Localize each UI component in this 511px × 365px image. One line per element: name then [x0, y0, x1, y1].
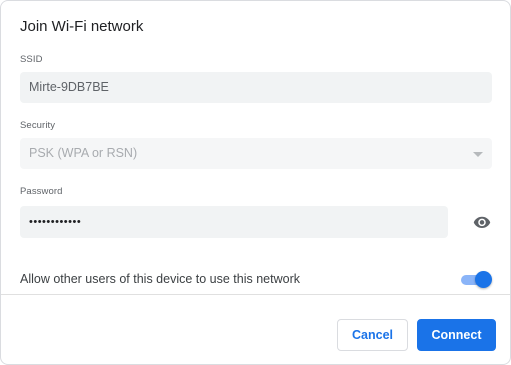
footer-divider	[1, 294, 510, 295]
password-field[interactable]: ••••••••••••	[20, 206, 448, 238]
dialog-title: Join Wi-Fi network	[20, 18, 144, 35]
share-network-toggle[interactable]	[460, 271, 492, 289]
chevron-down-icon	[473, 152, 483, 157]
password-label: Password	[20, 186, 63, 197]
security-value: PSK (WPA or RSN)	[29, 146, 138, 160]
security-label: Security	[20, 120, 56, 131]
join-wifi-dialog: Join Wi-Fi network SSID Mirte-9DB7BE Sec…	[0, 0, 511, 365]
ssid-field[interactable]: Mirte-9DB7BE	[20, 72, 492, 103]
cancel-button[interactable]: Cancel	[337, 319, 408, 351]
toggle-knob	[475, 271, 492, 288]
connect-button[interactable]: Connect	[417, 319, 496, 351]
ssid-label: SSID	[20, 54, 43, 65]
share-network-label: Allow other users of this device to use …	[20, 272, 300, 286]
security-select[interactable]: PSK (WPA or RSN)	[20, 138, 492, 169]
eye-icon[interactable]	[472, 213, 492, 231]
